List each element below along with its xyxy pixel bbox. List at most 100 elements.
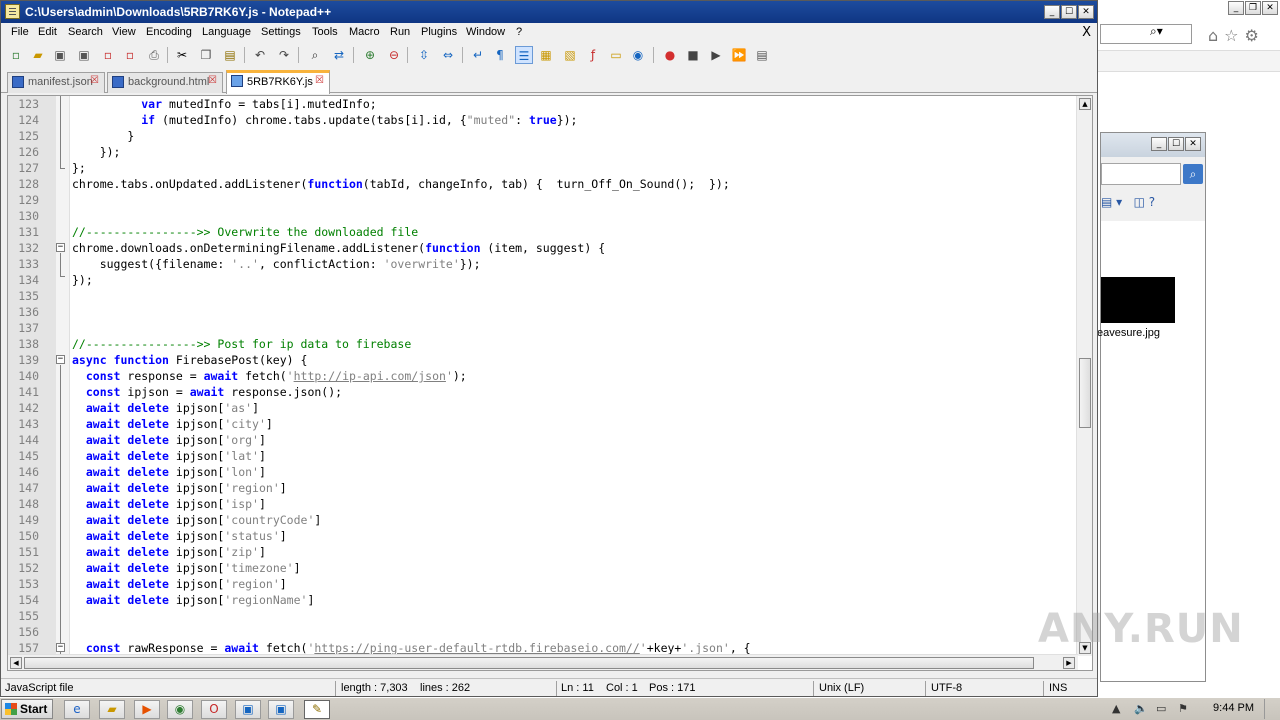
undo-icon[interactable]: ↶ bbox=[251, 46, 269, 64]
browser-tools-icons[interactable]: ⌂☆⚙ bbox=[1208, 26, 1265, 45]
code-line[interactable]: chrome.tabs.onUpdated.addListener(functi… bbox=[72, 176, 730, 192]
scroll-right-icon[interactable]: ▶ bbox=[1063, 657, 1075, 669]
zoom-out-icon[interactable]: ⊖ bbox=[385, 46, 403, 64]
address-bar[interactable] bbox=[1100, 24, 1192, 44]
code-line[interactable]: chrome.downloads.onDeterminingFilename.a… bbox=[72, 240, 605, 256]
replace-icon[interactable]: ⇄ bbox=[330, 46, 348, 64]
menu-plugins[interactable]: Plugins bbox=[421, 26, 457, 38]
code-line[interactable]: var mutedInfo = tabs[i].mutedInfo; bbox=[72, 96, 376, 112]
copy-icon[interactable]: ❐ bbox=[197, 46, 215, 64]
close-document-button[interactable]: X bbox=[1082, 25, 1091, 40]
code-line[interactable]: } bbox=[72, 128, 134, 144]
menu-macro[interactable]: Macro bbox=[349, 26, 380, 38]
code-line[interactable]: await delete ipjson['lat'] bbox=[72, 448, 266, 464]
close-tab-icon[interactable]: ☒ bbox=[314, 76, 325, 87]
chrome-icon[interactable]: ◉ bbox=[167, 700, 193, 719]
code-line[interactable]: }); bbox=[72, 272, 93, 288]
word-wrap-icon[interactable]: ↵ bbox=[469, 46, 487, 64]
record-macro-icon[interactable]: ● bbox=[661, 46, 679, 64]
file-label[interactable]: eavesure.jpg bbox=[1097, 327, 1160, 339]
show-all-characters-icon[interactable]: ¶ bbox=[491, 46, 509, 64]
action-center-icon[interactable]: ⚑ bbox=[1178, 702, 1188, 715]
start-button[interactable]: Start bbox=[1, 699, 53, 719]
monitoring-icon[interactable]: ◉ bbox=[629, 46, 647, 64]
image-thumbnail[interactable] bbox=[1101, 277, 1175, 323]
code-line[interactable]: await delete ipjson['region'] bbox=[72, 576, 287, 592]
close-file-icon[interactable]: ▫ bbox=[99, 46, 117, 64]
vertical-scrollbar[interactable]: ▲ ▼ bbox=[1076, 96, 1092, 656]
code-line[interactable]: }); bbox=[72, 144, 121, 160]
scroll-up-icon[interactable]: ▲ bbox=[1079, 98, 1091, 110]
opera-icon[interactable]: O bbox=[201, 700, 227, 719]
fold-marker[interactable]: − bbox=[56, 355, 65, 364]
code-line[interactable]: await delete ipjson['timezone'] bbox=[72, 560, 301, 576]
play-macro-icon[interactable]: ▶ bbox=[707, 46, 725, 64]
close-tab-icon[interactable]: ☒ bbox=[207, 76, 218, 87]
open-file-icon[interactable]: ▰ bbox=[29, 46, 47, 64]
code-line[interactable]: await delete ipjson['region'] bbox=[72, 480, 287, 496]
explorer-search-input[interactable] bbox=[1101, 163, 1181, 185]
save-all-icon[interactable]: ▣ bbox=[75, 46, 93, 64]
menu-edit[interactable]: Edit bbox=[38, 26, 57, 38]
close-tab-icon[interactable]: ☒ bbox=[89, 76, 100, 87]
horizontal-scrollbar[interactable]: ◀ ▶ bbox=[8, 654, 1078, 670]
close-button[interactable]: ✕ bbox=[1078, 5, 1094, 19]
code-line[interactable]: const response = await fetch('http://ip-… bbox=[72, 368, 467, 384]
code-line[interactable]: const ipjson = await response.json(); bbox=[72, 384, 342, 400]
menu-run[interactable]: Run bbox=[390, 26, 410, 38]
sync-vertical-icon[interactable]: ⇳ bbox=[415, 46, 433, 64]
code-line[interactable]: await delete ipjson['status'] bbox=[72, 528, 287, 544]
fold-marker[interactable]: − bbox=[56, 243, 65, 252]
menu-search[interactable]: Search bbox=[68, 26, 103, 38]
code-line[interactable]: await delete ipjson['lon'] bbox=[72, 464, 266, 480]
run-macro-multiple-icon[interactable]: ⏩ bbox=[730, 46, 748, 64]
cut-icon[interactable]: ✂ bbox=[173, 46, 191, 64]
search-icon[interactable]: ⌕ bbox=[1183, 164, 1203, 184]
paste-icon[interactable]: ▤ bbox=[221, 46, 239, 64]
close-all-icon[interactable]: ▫ bbox=[121, 46, 139, 64]
indent-guide-icon[interactable]: ☰ bbox=[515, 46, 533, 64]
menu-language[interactable]: Language bbox=[202, 26, 251, 38]
menu-file[interactable]: File bbox=[11, 26, 29, 38]
volume-icon[interactable]: 🔈 bbox=[1134, 702, 1148, 715]
code-line[interactable]: //---------------->> Post for ip data to… bbox=[72, 336, 411, 352]
clock[interactable]: 9:44 PM bbox=[1213, 702, 1254, 714]
menu-view[interactable]: View bbox=[112, 26, 136, 38]
fold-marker[interactable]: − bbox=[56, 643, 65, 652]
media-player-icon[interactable]: ▶ bbox=[134, 700, 160, 719]
print-icon[interactable]: ⎙ bbox=[145, 46, 163, 64]
tab-background-html[interactable]: background.html ☒ bbox=[107, 72, 223, 93]
code-line[interactable]: await delete ipjson['org'] bbox=[72, 432, 266, 448]
show-desktop-button[interactable] bbox=[1264, 699, 1278, 719]
terminal-icon[interactable]: ▣ bbox=[235, 700, 261, 719]
code-editor[interactable]: 123 124 125 126 127 128 129 130 131 132 133 134 135 1… bbox=[7, 95, 1093, 671]
save-icon[interactable]: ▣ bbox=[51, 46, 69, 64]
code-line[interactable]: await delete ipjson['isp'] bbox=[72, 496, 266, 512]
find-icon[interactable]: ⌕ bbox=[306, 46, 324, 64]
powershell-icon[interactable]: ▣ bbox=[268, 700, 294, 719]
tray-expand-icon[interactable]: ▲ bbox=[1112, 702, 1120, 715]
scroll-left-icon[interactable]: ◀ bbox=[10, 657, 22, 669]
tab-manifest-json[interactable]: manifest.json ☒ bbox=[7, 72, 105, 93]
close-button[interactable]: ✕ bbox=[1262, 1, 1278, 15]
code-area[interactable]: var mutedInfo = tabs[i].mutedInfo; if (m… bbox=[72, 96, 1078, 656]
internet-explorer-icon[interactable]: e bbox=[64, 700, 90, 719]
zoom-in-icon[interactable]: ⊕ bbox=[361, 46, 379, 64]
vertical-scroll-thumb[interactable] bbox=[1079, 358, 1091, 428]
maximize-button[interactable]: ☐ bbox=[1061, 5, 1077, 19]
network-icon[interactable]: ▭ bbox=[1156, 702, 1166, 715]
search-icon[interactable]: ⌕▾ bbox=[1150, 24, 1163, 39]
menu-window[interactable]: Window bbox=[466, 26, 505, 38]
code-line[interactable]: await delete ipjson['city'] bbox=[72, 416, 273, 432]
restore-button[interactable]: ❐ bbox=[1245, 1, 1261, 15]
menu-help[interactable]: ? bbox=[516, 26, 522, 38]
folder-workspace-icon[interactable]: ▭ bbox=[607, 46, 625, 64]
fold-margin[interactable]: − − − bbox=[56, 96, 70, 656]
stop-recording-icon[interactable]: ■ bbox=[684, 46, 702, 64]
document-map-icon[interactable]: ▧ bbox=[561, 46, 579, 64]
menu-encoding[interactable]: Encoding bbox=[146, 26, 192, 38]
minimize-button[interactable]: _ bbox=[1044, 5, 1060, 19]
user-defined-language-icon[interactable]: ▦ bbox=[537, 46, 555, 64]
new-file-icon[interactable]: ▫ bbox=[7, 46, 25, 64]
code-line[interactable]: await delete ipjson['as'] bbox=[72, 400, 259, 416]
